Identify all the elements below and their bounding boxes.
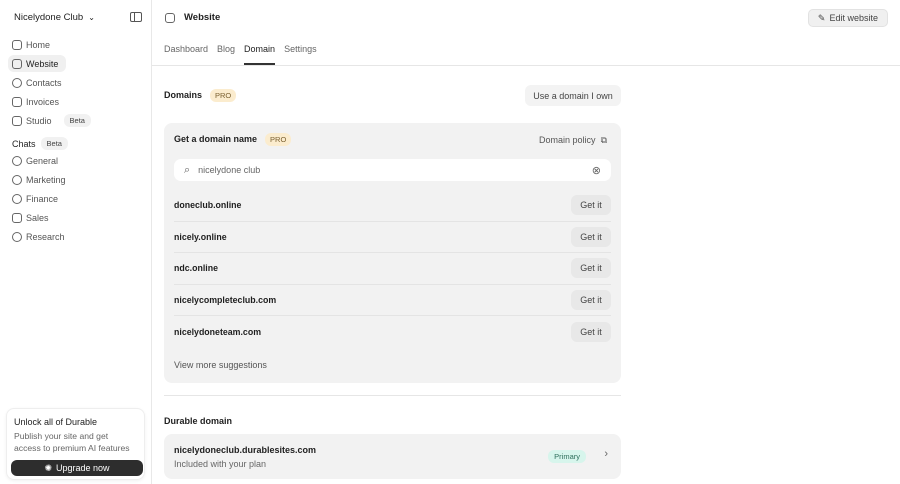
pro-badge: PRO xyxy=(210,89,237,102)
page-title: Website xyxy=(184,12,221,23)
sidebar-chat-research[interactable]: Research xyxy=(8,228,148,245)
external-link-icon: ⧉ xyxy=(600,135,607,145)
domain-name: nicelycompleteclub.com xyxy=(174,294,277,305)
workspace-switcher[interactable]: Nicelydone Club ⌄ xyxy=(14,12,95,23)
sidebar-toggle-icon[interactable] xyxy=(130,12,142,22)
label: Research xyxy=(26,231,65,242)
label: Invoices xyxy=(26,96,60,107)
layout-icon xyxy=(165,12,175,23)
label: Finance xyxy=(26,193,59,204)
label: Contacts xyxy=(26,77,62,88)
pencil-icon: ✎ xyxy=(817,12,826,23)
sidebar-chat-finance[interactable]: Finance xyxy=(8,190,148,207)
get-it-button[interactable]: Get it xyxy=(571,258,611,279)
get-it-button[interactable]: Get it xyxy=(571,321,611,342)
domain-subtext: Included with your plan xyxy=(174,459,267,469)
label: Website xyxy=(26,58,59,69)
label: Marketing xyxy=(26,174,66,185)
suggestion-row: nicelycompleteclub.com Get it xyxy=(174,285,611,316)
sidebar: Nicelydone Club ⌄ Home Website Contacts I… xyxy=(0,0,152,484)
domain-name: nicely.online xyxy=(174,231,227,242)
get-it-button[interactable]: Get it xyxy=(571,195,611,216)
clear-icon[interactable]: ⊗ xyxy=(592,164,601,177)
globe-icon xyxy=(12,174,22,185)
upgrade-promo: Unlock all of Durable Publish your site … xyxy=(6,408,145,480)
search-value: nicelydone club xyxy=(198,165,261,175)
sidebar-chat-general[interactable]: General xyxy=(8,152,148,169)
label: Domain policy xyxy=(539,135,596,145)
get-domain-card: Get a domain name PRO Domain policy ⧉ ⌕ nic… xyxy=(164,123,621,383)
view-more-link[interactable]: View more suggestions xyxy=(174,360,267,370)
image-sparkle-icon xyxy=(12,115,22,126)
label: Edit website xyxy=(829,13,878,23)
home-icon xyxy=(12,39,22,50)
promo-title: Unlock all of Durable xyxy=(14,417,98,427)
chat-icon xyxy=(12,155,22,166)
header: Website ✎ Edit website xyxy=(152,0,900,36)
chats-heading: Chats Beta xyxy=(12,137,68,150)
invoice-icon xyxy=(12,96,22,107)
get-it-button[interactable]: Get it xyxy=(571,289,611,310)
sidebar-item-website[interactable]: Website xyxy=(8,55,66,72)
label: Home xyxy=(26,39,51,50)
get-it-button[interactable]: Get it xyxy=(571,226,611,247)
chevron-down-icon: ⌄ xyxy=(88,13,95,22)
beta-badge: Beta xyxy=(40,137,68,150)
promo-text: Publish your site and get access to prem… xyxy=(14,431,130,453)
divider xyxy=(164,395,621,396)
dollar-icon xyxy=(12,193,22,204)
upgrade-button[interactable]: ✺ Upgrade now xyxy=(11,460,143,476)
sidebar-item-home[interactable]: Home xyxy=(8,36,148,53)
suggestion-row: ndc.online Get it xyxy=(174,253,611,285)
flask-icon xyxy=(12,231,22,242)
sparkle-icon: ✺ xyxy=(44,462,52,473)
beta-badge: Beta xyxy=(63,114,91,127)
domain-name: doneclub.online xyxy=(174,200,242,211)
use-own-domain-button[interactable]: Use a domain I own xyxy=(525,85,621,106)
contact-icon xyxy=(12,77,22,88)
tab-blog[interactable]: Blog xyxy=(217,44,235,65)
tab-domain[interactable]: Domain xyxy=(244,44,276,65)
sidebar-item-contacts[interactable]: Contacts xyxy=(8,74,148,91)
workspace-name: Nicelydone Club xyxy=(14,12,84,23)
domain-name: nicelydoneclub.durablesites.com xyxy=(174,445,317,455)
divider xyxy=(152,65,900,66)
sidebar-item-studio[interactable]: Studio Beta xyxy=(8,112,148,129)
sidebar-chat-sales[interactable]: Sales xyxy=(8,209,148,226)
label: Upgrade now xyxy=(56,463,110,473)
label: Domains xyxy=(164,90,203,100)
edit-website-button[interactable]: ✎ Edit website xyxy=(807,9,888,27)
durable-domain-heading: Durable domain xyxy=(164,416,233,426)
label: Get a domain name xyxy=(174,134,258,144)
suggestion-row: doneclub.online Get it xyxy=(174,190,611,222)
domains-heading: Domains PRO xyxy=(164,89,237,102)
label: Studio xyxy=(26,115,52,126)
search-icon: ⌕ xyxy=(184,163,191,176)
label: Chats xyxy=(12,138,36,149)
suggestion-row: nicelydoneteam.com Get it xyxy=(174,316,611,348)
suggestion-row: nicely.online Get it xyxy=(174,222,611,253)
durable-domain-row[interactable]: nicelydoneclub.durablesites.com Included… xyxy=(164,434,621,479)
domain-name: ndc.online xyxy=(174,263,218,274)
primary-badge: Primary xyxy=(548,450,586,463)
label: Sales xyxy=(26,212,49,223)
sidebar-chat-marketing[interactable]: Marketing xyxy=(8,171,148,188)
domain-name: nicelydoneteam.com xyxy=(174,326,262,337)
label: General xyxy=(26,155,59,166)
tab-dashboard[interactable]: Dashboard xyxy=(164,44,208,65)
tab-settings[interactable]: Settings xyxy=(284,44,317,65)
chevron-right-icon: › xyxy=(604,448,608,460)
layout-icon xyxy=(12,58,22,69)
bag-icon xyxy=(12,212,22,223)
pro-badge: PRO xyxy=(265,133,292,146)
domain-search-input[interactable]: ⌕ nicelydone club ⊗ xyxy=(174,159,611,181)
sidebar-item-invoices[interactable]: Invoices xyxy=(8,93,148,110)
domain-policy-link[interactable]: Domain policy ⧉ xyxy=(539,135,607,146)
tabs: Dashboard Blog Domain Settings xyxy=(164,44,317,65)
get-domain-heading: Get a domain name PRO xyxy=(174,133,292,146)
